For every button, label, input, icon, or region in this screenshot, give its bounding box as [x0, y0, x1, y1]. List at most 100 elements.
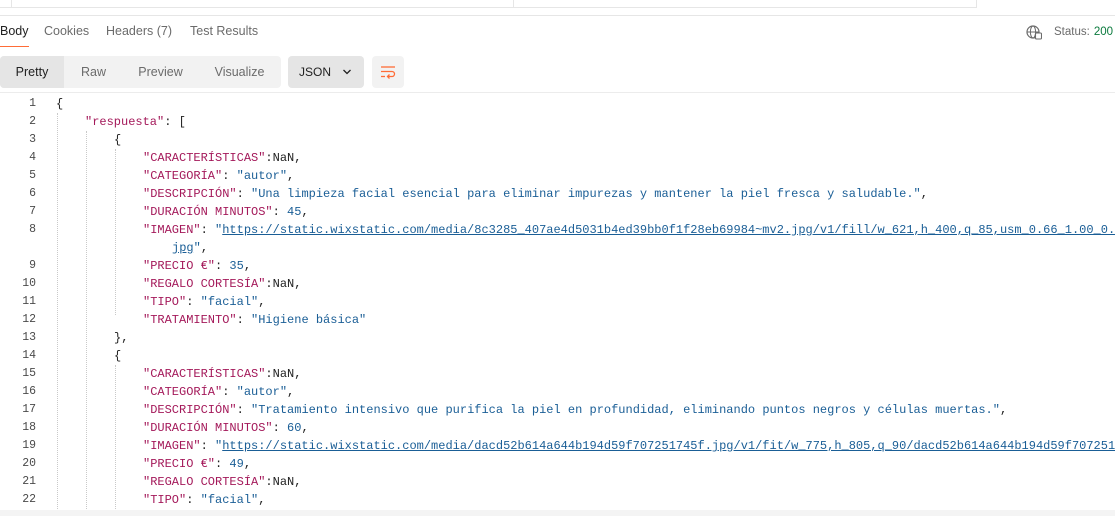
view-preview-button[interactable]: Preview — [123, 56, 198, 88]
code-text: "TIPO": "facial", — [143, 491, 265, 509]
line-number: 21 — [22, 475, 36, 488]
format-select[interactable]: JSON — [288, 56, 364, 88]
request-editor-edge — [0, 0, 1115, 16]
code-line: 10 "REGALO CORTESÍA":NaN, — [0, 275, 1115, 293]
globe-network-icon[interactable] — [1026, 24, 1042, 40]
json-key: "TIPO" — [143, 295, 187, 309]
line-number: 3 — [29, 133, 36, 146]
json-punctuation: : — [215, 259, 230, 273]
json-key: "IMAGEN" — [143, 439, 201, 453]
json-punctuation: :NaN, — [265, 277, 302, 291]
json-key: "TRATAMIENTO" — [143, 313, 237, 327]
view-raw-button[interactable]: Raw — [64, 56, 123, 88]
code-text: "TRATAMIENTO": "Higiene básica" — [143, 311, 366, 329]
code-line: 8 "IMAGEN": "https://static.wixstatic.com… — [0, 221, 1115, 239]
line-number: 8 — [29, 223, 36, 236]
line-number: 9 — [29, 259, 36, 272]
code-line: 13}, — [0, 329, 1115, 347]
code-line: 18 "DURACIÓN MINUTOS": 60, — [0, 419, 1115, 437]
code-text: "REGALO CORTESÍA":NaN, — [143, 473, 301, 491]
format-select-value: JSON — [299, 65, 332, 79]
json-punctuation: , — [287, 169, 295, 183]
json-punctuation: , — [920, 187, 928, 201]
table-cell — [12, 0, 514, 8]
json-key: "respuesta" — [85, 115, 165, 129]
code-line: jpg", — [0, 239, 1115, 257]
code-line: 5 "CATEGORÍA": "autor", — [0, 167, 1115, 185]
code-line: 14 { — [0, 347, 1115, 365]
code-text: "CARACTERÍSTICAS":NaN, — [143, 149, 301, 167]
code-text: "DURACIÓN MINUTOS": 60, — [143, 419, 309, 437]
wrap-lines-button[interactable] — [372, 56, 404, 88]
code-line: 6 "DESCRIPCIÓN": "Una limpieza facial ese… — [0, 185, 1115, 203]
json-string: "facial" — [200, 493, 259, 507]
line-number: 18 — [22, 421, 36, 434]
code-text: "PRECIO €": 49, — [143, 455, 251, 473]
tab-body[interactable]: Body — [0, 24, 29, 47]
code-text: "respuesta": [ — [85, 113, 186, 131]
line-number: 6 — [29, 187, 36, 200]
json-number: 60 — [287, 421, 302, 435]
code-text: "CARACTERÍSTICAS":NaN, — [143, 365, 301, 383]
json-number: 49 — [229, 457, 244, 471]
view-pretty-button[interactable]: Pretty — [0, 56, 64, 88]
line-number: 19 — [22, 439, 36, 452]
json-string: "Tratamiento intensivo que purifica la p… — [251, 403, 1000, 417]
line-number: 10 — [22, 277, 36, 290]
code-line: 2 "respuesta": [ — [0, 113, 1115, 131]
view-mode-segmented-control: Pretty Raw Preview Visualize — [0, 56, 281, 88]
code-text: "DESCRIPCIÓN": "Tratamiento intensivo qu… — [143, 401, 1007, 419]
json-string: "autor" — [236, 169, 288, 183]
json-punctuation: , — [258, 295, 266, 309]
json-key: "IMAGEN" — [143, 223, 201, 237]
tab-test-results[interactable]: Test Results — [190, 24, 258, 38]
json-string: "Una limpieza facial esencial para elimi… — [251, 187, 921, 201]
line-number: 11 — [22, 295, 36, 308]
response-body-code[interactable]: 1{2 "respuesta": [3{4 "CARACTERÍSTICAS":Na… — [0, 92, 1115, 512]
code-text: "REGALO CORTESÍA":NaN, — [143, 275, 301, 293]
code-text: "IMAGEN": "https://static.wixstatic.com/… — [143, 221, 1115, 239]
json-string: " — [193, 241, 201, 255]
code-text: "DESCRIPCIÓN": "Una limpieza facial esen… — [143, 185, 928, 203]
json-key: "DURACIÓN MINUTOS" — [143, 421, 273, 435]
code-line: 19 "IMAGEN": "https://static.wixstatic.co… — [0, 437, 1115, 455]
code-text: }, — [114, 329, 128, 347]
code-text: "IMAGEN": "https://static.wixstatic.com/… — [143, 437, 1115, 455]
json-punctuation: { — [114, 349, 122, 363]
code-line: 12 "TRATAMIENTO": "Higiene básica" — [0, 311, 1115, 329]
json-punctuation: : — [222, 385, 237, 399]
json-punctuation: :NaN, — [265, 367, 302, 381]
json-key: "CARACTERÍSTICAS" — [143, 151, 266, 165]
json-link[interactable]: jpg — [172, 241, 194, 255]
horizontal-scrollbar[interactable] — [0, 510, 1115, 516]
status-code[interactable]: 200 — [1094, 26, 1113, 38]
json-string: "autor" — [236, 385, 288, 399]
response-tabs: Body Cookies Headers (7) Test Results St… — [0, 16, 1115, 48]
json-key: "REGALO CORTESÍA" — [143, 277, 266, 291]
line-number: 7 — [29, 205, 36, 218]
line-number: 4 — [29, 151, 36, 164]
line-number: 5 — [29, 169, 36, 182]
view-visualize-button[interactable]: Visualize — [198, 56, 281, 88]
code-text: "CATEGORÍA": "autor", — [143, 383, 294, 401]
status-label: Status: — [1054, 26, 1090, 38]
chevron-down-icon — [343, 69, 351, 75]
json-link[interactable]: https://static.wixstatic.com/media/dacd5… — [222, 439, 1115, 453]
code-text: "TIPO": "facial", — [143, 293, 265, 311]
json-number: 35 — [229, 259, 244, 273]
json-link[interactable]: https://static.wixstatic.com/media/8c328… — [222, 223, 1115, 237]
json-punctuation: : — [222, 169, 237, 183]
line-number: 2 — [29, 115, 36, 128]
code-line: 22 "TIPO": "facial", — [0, 491, 1115, 509]
json-punctuation: , — [243, 259, 252, 273]
tab-headers[interactable]: Headers (7) — [106, 24, 172, 38]
json-punctuation: , — [287, 385, 295, 399]
response-status: Status: 200 — [1026, 24, 1113, 40]
tab-cookies[interactable]: Cookies — [44, 24, 89, 38]
code-text: { — [114, 131, 121, 149]
json-key: "CATEGORÍA" — [143, 169, 223, 183]
code-line: 17 "DESCRIPCIÓN": "Tratamiento intensivo … — [0, 401, 1115, 419]
json-key: "TIPO" — [143, 493, 187, 507]
code-line: 16 "CATEGORÍA": "autor", — [0, 383, 1115, 401]
code-text: "DURACIÓN MINUTOS": 45, — [143, 203, 309, 221]
